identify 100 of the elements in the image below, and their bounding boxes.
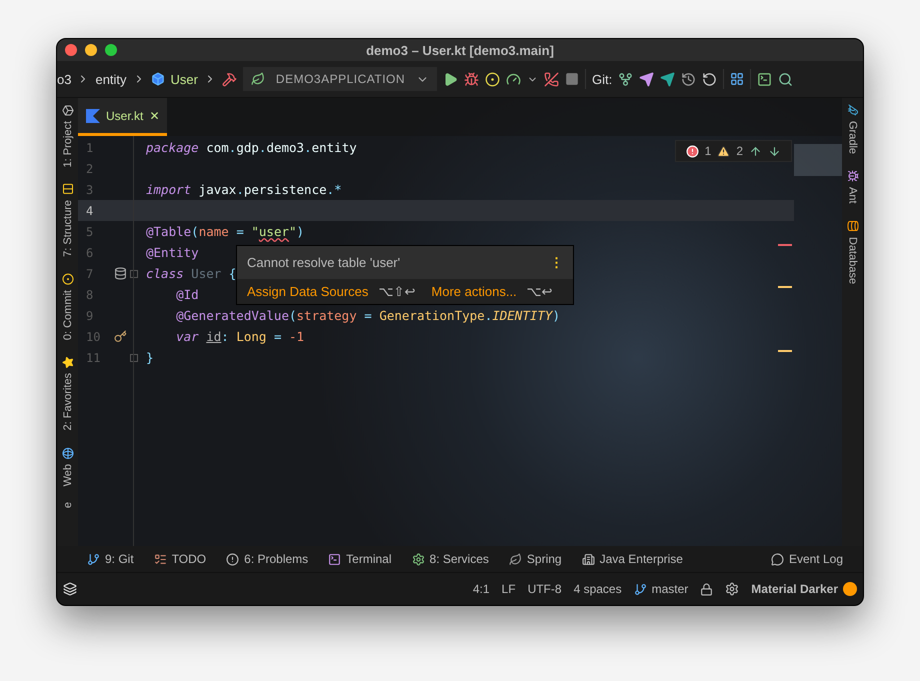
event-log-button[interactable]: Event Log [770,552,843,566]
line-number: 2 [85,162,94,176]
tool-window-button[interactable]: TODO [154,552,206,566]
action-link[interactable]: More actions... [431,284,517,299]
arrow-down-icon [768,144,781,158]
minimap [794,144,842,176]
branch-icon [618,72,634,86]
tool-window-button[interactable]: Ant [846,170,858,204]
push-icon [660,72,676,86]
warning-count: 2 [736,144,743,158]
hammer-icon [222,72,237,86]
window-title: demo3 – User.kt [demo3.main] [366,42,554,58]
breadcrumb[interactable]: entity [95,72,127,86]
more-menu[interactable]: ⋮ [550,255,563,270]
close-button[interactable] [65,44,77,56]
commit-icon [62,273,74,286]
tool-window-button[interactable]: 1: Project [62,104,74,168]
todo-icon [154,552,167,566]
error-count: 1 [704,144,712,158]
inspection-widget[interactable]: 1 2 [674,140,792,162]
terminal-icon [328,552,342,566]
line-number: 5 [85,224,94,238]
line-number: 3 [85,182,94,196]
branch-widget[interactable]: master [634,582,688,596]
tool-window-button[interactable]: 7: Structure [62,183,74,258]
shortcut-hint: ⌥↩ [526,284,553,299]
code-line: import javax.persistence.* [145,182,342,197]
tool-window-button[interactable]: 9: Git [87,552,134,566]
tool-window-button[interactable]: 6: Problems [226,552,308,566]
close-icon[interactable]: ✕ [149,108,160,122]
status-item[interactable]: UTF-8 [528,582,562,596]
grid-icon [730,72,744,86]
code-line: class User { [145,266,236,281]
status-item[interactable]: LF [502,582,516,596]
breadcrumb[interactable]: o3 [57,72,72,86]
code-line: var id: Long = -1 [175,329,304,344]
run-configuration-dropdown[interactable]: DEMO3APPLICATION [243,67,437,91]
status-item[interactable]: 4:1 [472,582,490,596]
line-number: 10 [85,330,102,344]
line-number: 8 [85,288,94,302]
code-line: @Entity [145,245,199,260]
branch-icon [634,582,647,596]
code-line: @GeneratedValue(strategy = GenerationType.IDENTITY) [175,308,560,323]
line-number: 7 [85,266,94,280]
breadcrumb[interactable]: User [170,72,198,86]
settings-icon [725,582,740,596]
leaf-icon [251,72,265,86]
send-icon [639,72,654,86]
line-number: 1 [85,140,94,154]
theme-widget[interactable]: Material Darker [751,582,857,596]
tool-window-button[interactable]: 8: Services [412,552,489,566]
line-number: 11 [85,350,102,364]
database-icon [114,267,126,280]
tool-window-button[interactable]: 2: Favorites [62,356,74,431]
action-link[interactable]: Assign Data Sources [247,284,368,299]
gauge-icon [506,72,521,86]
tool-window-button[interactable]: Database [846,220,858,284]
shortcut-hint: ⌥⇧↩ [378,284,416,299]
history-icon [681,72,696,86]
line-number: 9 [85,308,94,322]
lock-icon [700,582,714,596]
ant-icon [846,170,858,182]
tool-window-button[interactable]: Web [62,446,74,486]
warning-icon [717,144,730,158]
zoom-button[interactable] [105,44,117,56]
tool-window-button[interactable]: Gradle [846,104,858,154]
arrow-up-icon [749,144,762,158]
tool-window-button[interactable]: Terminal [328,552,392,566]
git-label: Git: [592,72,612,86]
error-icon [686,144,699,158]
phone-icon [544,72,559,86]
structure-icon [62,183,74,196]
status-item[interactable]: 4 spaces [574,582,622,596]
popup-message: Cannot resolve table 'user' [247,255,400,270]
fold-icon[interactable] [130,270,138,278]
fold-icon[interactable] [130,354,138,362]
bug-icon [464,72,479,86]
search-icon [778,72,794,86]
kotlin-icon [86,108,100,122]
editor-tab[interactable]: User.kt ✕ [78,98,168,136]
code-line: package com.gdp.demo3.entity [145,140,357,155]
tool-window-button[interactable]: 0: Commit [62,273,74,340]
tool-window-button[interactable]: Spring [508,552,562,566]
line-number: 4 [85,204,94,218]
play-icon [443,72,458,86]
tool-window-button[interactable]: Java Enterprise [582,552,683,566]
terminal-icon [757,72,772,86]
cube-icon [150,72,165,86]
database-icon [846,220,858,232]
star-icon [62,356,74,368]
minimize-button[interactable] [85,44,97,56]
key-icon [114,330,126,343]
stop-icon [565,72,579,86]
branch-icon [87,552,100,566]
speech-bubble-icon [770,552,784,566]
tool-window-button[interactable]: e [62,502,74,508]
gear-icon [412,552,425,566]
enterprise-icon [582,552,595,566]
layers-icon [63,582,77,596]
problems-icon [226,552,240,566]
